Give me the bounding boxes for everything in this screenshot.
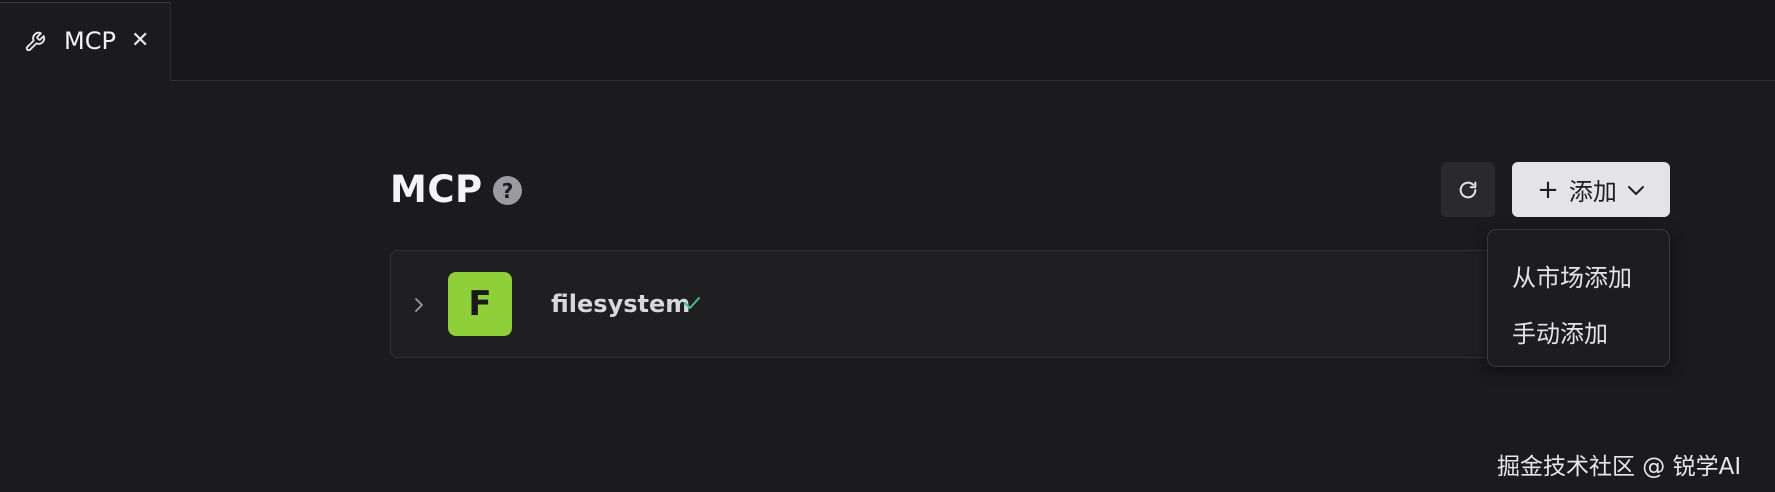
tab-bar: MCP ✕	[0, 0, 1775, 81]
avatar: F	[448, 272, 512, 336]
tab-mcp[interactable]: MCP ✕	[0, 2, 171, 81]
help-icon[interactable]: ?	[493, 176, 522, 205]
menu-item-add-from-market[interactable]: 从市场添加	[1512, 258, 1632, 293]
chevron-right-icon[interactable]	[413, 296, 425, 314]
page-title: MCP	[390, 168, 483, 211]
tab-label: MCP	[64, 27, 116, 55]
wrench-icon	[25, 31, 46, 52]
close-icon[interactable]: ✕	[131, 28, 149, 54]
check-icon	[684, 297, 700, 309]
plus-icon: +	[1537, 174, 1559, 205]
chevron-down-icon	[1627, 185, 1644, 195]
menu-item-add-manually[interactable]: 手动添加	[1512, 314, 1608, 349]
refresh-icon	[1459, 181, 1477, 198]
server-name: filesystem	[551, 290, 691, 318]
refresh-button[interactable]	[1441, 162, 1495, 217]
watermark: 掘金技术社区 @ 锐学AI	[1497, 454, 1742, 480]
server-card[interactable]: F filesystem	[390, 250, 1500, 358]
add-button[interactable]: + 添加	[1512, 162, 1670, 217]
add-dropdown-menu: 从市场添加 手动添加	[1487, 229, 1670, 367]
add-button-label: 添加	[1568, 178, 1617, 206]
